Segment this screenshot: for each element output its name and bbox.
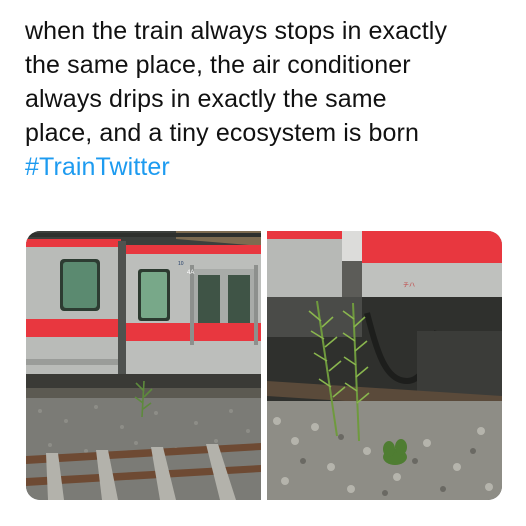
door-label: 4A	[187, 270, 194, 276]
plant-closeup-image: チハ	[267, 231, 502, 500]
tweet-line-2: the same place, the air conditioner	[25, 51, 411, 79]
tweet-line-4: place, and a tiny ecosystem is born	[25, 119, 419, 147]
car-number: 10	[178, 261, 184, 267]
train-wide-image: 4A 10	[26, 231, 261, 500]
tweet-line-3: always drips in exactly the same	[25, 85, 387, 113]
kanji-label: チハ	[403, 282, 415, 289]
photo-train-wide[interactable]: 4A 10	[26, 231, 261, 500]
hashtag-link[interactable]: #TrainTwitter	[25, 150, 505, 184]
tweet-line-1: when the train always stops in exactly	[25, 17, 448, 45]
photo-plant-closeup[interactable]: チハ	[267, 231, 502, 500]
photo-grid: 4A 10 チハ	[26, 231, 502, 500]
tweet-text: when the train always stops in exactly t…	[25, 14, 505, 184]
